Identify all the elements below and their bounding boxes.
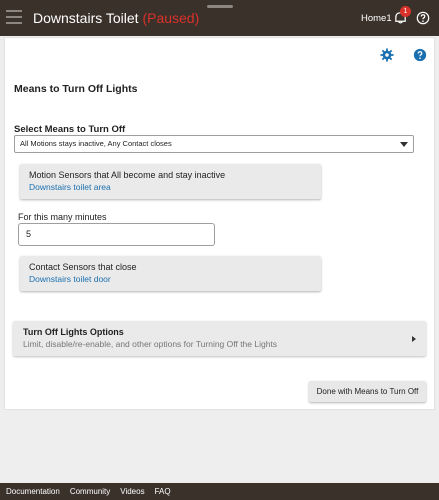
hub-name[interactable]: Home1 [361, 13, 392, 24]
main-card: Means to Turn Off Lights Select Means to… [4, 37, 435, 410]
contact-sensors-value: Downstairs toilet door [29, 274, 111, 284]
app-header: Downstairs Toilet (Paused) Home1 1 [0, 0, 439, 36]
help-icon[interactable] [413, 48, 427, 62]
motion-sensors-title: Motion Sensors that All become and stay … [29, 170, 226, 180]
help-icon[interactable] [416, 11, 430, 25]
chevron-right-icon [412, 336, 416, 342]
footer-link-community[interactable]: Community [70, 487, 110, 496]
drag-handle[interactable] [207, 5, 233, 8]
done-button[interactable]: Done with Means to Turn Off [309, 381, 426, 402]
footer-link-videos[interactable]: Videos [120, 487, 144, 496]
section-title: Means to Turn Off Lights [14, 83, 138, 95]
contact-sensors-title: Contact Sensors that close [29, 262, 137, 272]
notification-badge: 1 [400, 6, 411, 17]
menu-icon[interactable] [6, 10, 22, 24]
motion-sensors-value: Downstairs toilet area [29, 182, 111, 192]
motion-sensors-button[interactable]: Motion Sensors that All become and stay … [20, 164, 321, 199]
select-value: All Motions stays inactive, Any Contact … [20, 139, 172, 148]
minutes-input[interactable]: 5 [18, 223, 215, 246]
options-subtitle: Limit, disable/re-enable, and other opti… [23, 339, 278, 349]
turn-off-options-button[interactable]: Turn Off Lights Options Limit, disable/r… [13, 321, 426, 356]
status-badge: (Paused) [142, 10, 200, 26]
app-name: Downstairs Toilet [33, 10, 139, 26]
select-label: Select Means to Turn Off [14, 124, 126, 135]
page-title: Downstairs Toilet (Paused) [33, 10, 199, 26]
footer-link-faq[interactable]: FAQ [155, 487, 171, 496]
gear-icon[interactable] [380, 48, 394, 62]
footer: Documentation Community Videos FAQ [0, 483, 439, 500]
caret-down-icon [400, 142, 408, 147]
options-title: Turn Off Lights Options [23, 327, 124, 337]
footer-link-documentation[interactable]: Documentation [6, 487, 60, 496]
contact-sensors-button[interactable]: Contact Sensors that close Downstairs to… [20, 256, 321, 291]
means-select[interactable]: All Motions stays inactive, Any Contact … [14, 135, 414, 153]
minutes-label: For this many minutes [18, 212, 107, 222]
